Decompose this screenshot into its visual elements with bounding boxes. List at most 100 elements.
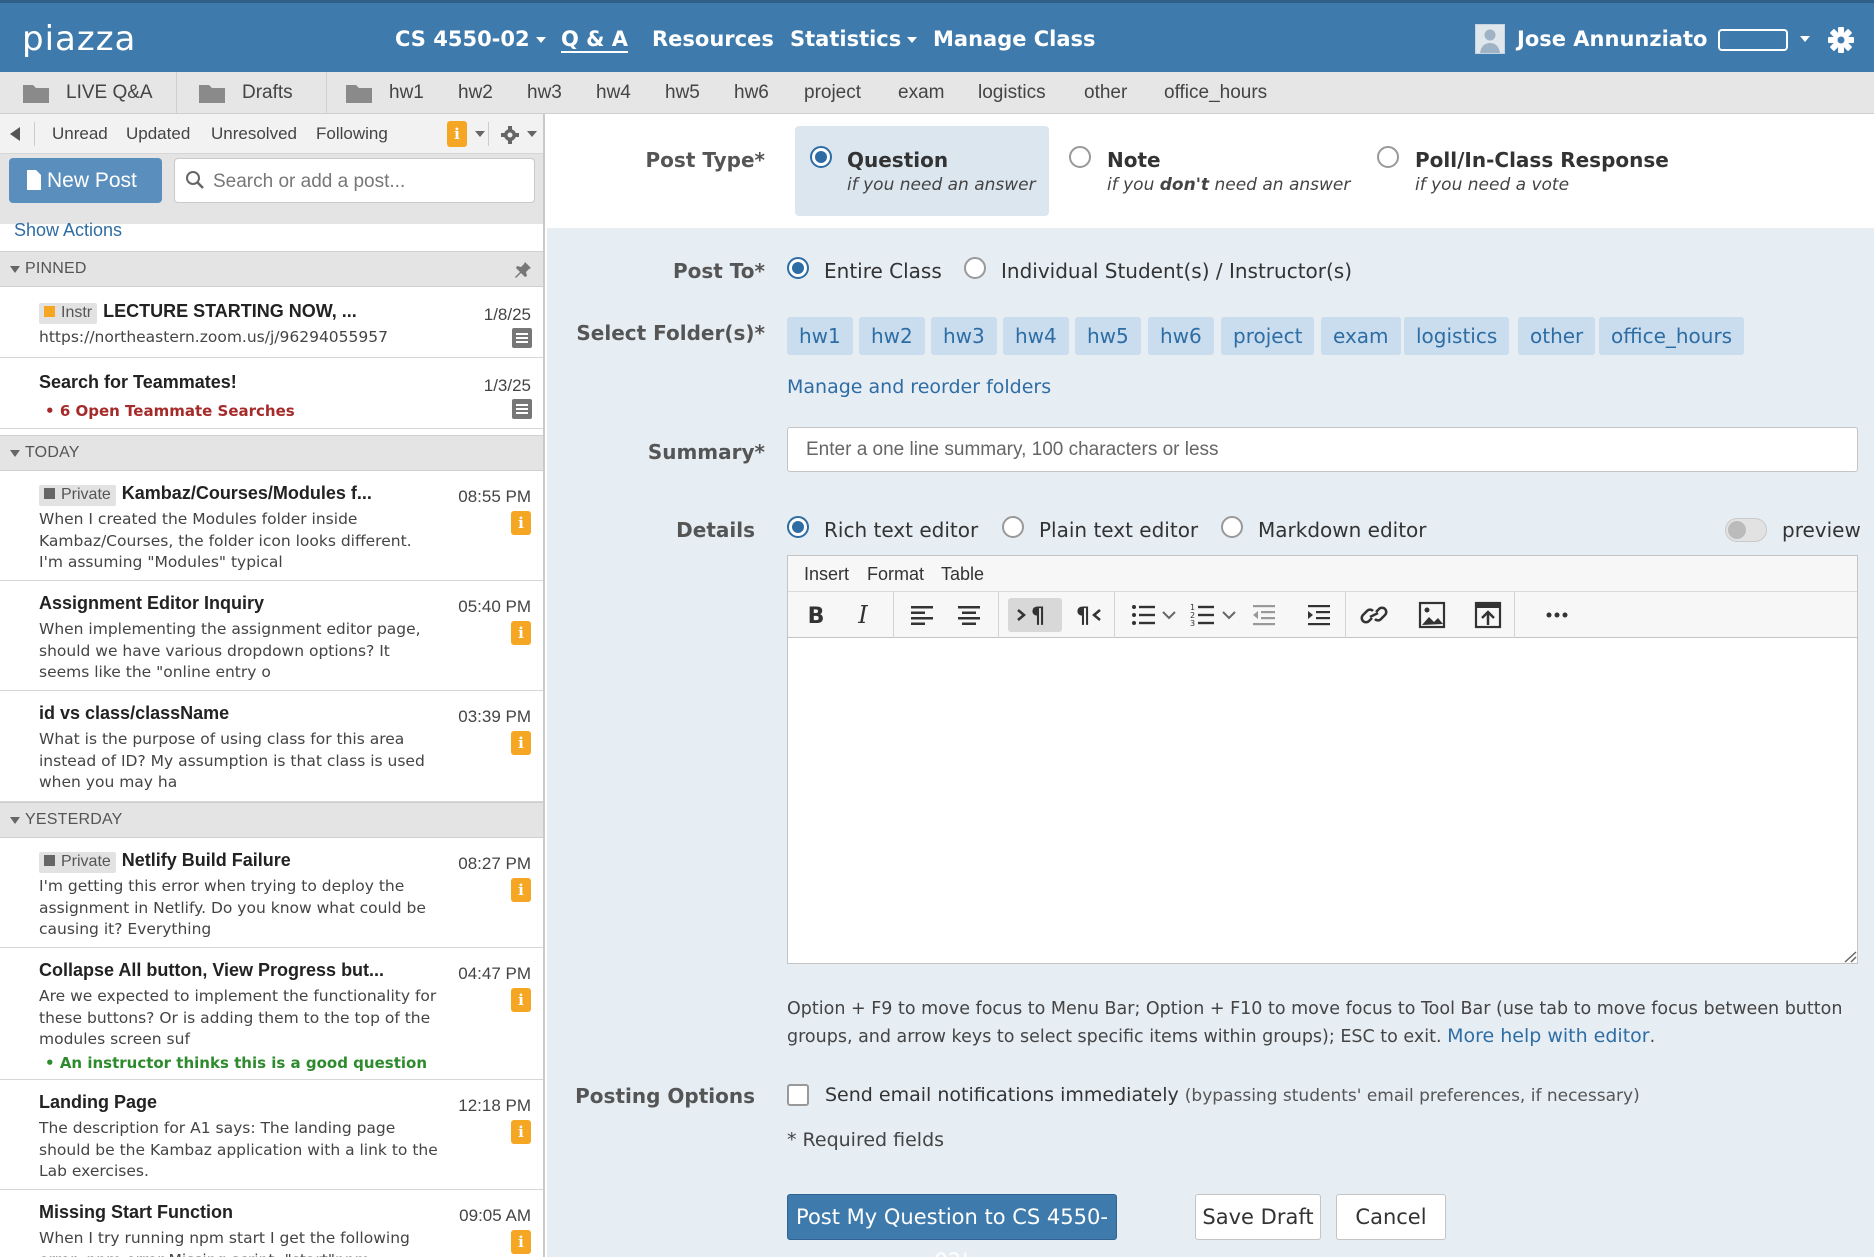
- svg-text:B: B: [808, 604, 825, 629]
- outdent-icon[interactable]: [1245, 598, 1283, 632]
- bold-icon[interactable]: B: [797, 598, 835, 632]
- list-item[interactable]: Search for Teammates! 1/3/25 • 6 Open Te…: [0, 358, 543, 429]
- section-pinned[interactable]: PINNED: [0, 251, 543, 287]
- numbered-list-icon[interactable]: 123: [1184, 598, 1222, 632]
- filter-updated[interactable]: Updated: [126, 124, 190, 144]
- new-post-button[interactable]: New Post: [9, 158, 162, 203]
- editor-help-link[interactable]: More help with editor: [1447, 1025, 1650, 1047]
- collapse-left-icon[interactable]: [8, 126, 22, 142]
- bullet-list-icon[interactable]: [1124, 598, 1162, 632]
- upload-icon[interactable]: [1468, 598, 1506, 632]
- folder-chip-hw4[interactable]: hw4: [1003, 317, 1069, 355]
- note-radio[interactable]: [1069, 146, 1091, 168]
- folder-chip-exam[interactable]: exam: [1321, 317, 1401, 355]
- nav-statistics[interactable]: Statistics: [790, 27, 918, 51]
- nav-qa[interactable]: Q & A: [561, 27, 628, 51]
- resize-handle-icon[interactable]: [1843, 950, 1857, 963]
- chevron-down-icon[interactable]: [527, 131, 537, 137]
- menu-table[interactable]: Table: [941, 564, 984, 585]
- individual-radio[interactable]: [964, 257, 986, 279]
- folder-chip-hw6[interactable]: hw6: [1148, 317, 1214, 355]
- folder-logistics[interactable]: logistics: [978, 82, 1046, 104]
- menu-format[interactable]: Format: [867, 564, 924, 585]
- section-yesterday[interactable]: YESTERDAY: [0, 802, 543, 838]
- folder-drafts[interactable]: Drafts: [242, 82, 293, 104]
- filter-bar: Unread Updated Unresolved Following i: [0, 114, 543, 154]
- image-icon[interactable]: [1412, 598, 1450, 632]
- rich-text-radio[interactable]: [787, 516, 809, 538]
- piazza-logo[interactable]: piazza: [22, 19, 136, 59]
- gear-icon[interactable]: [1826, 25, 1856, 55]
- show-actions-link[interactable]: Show Actions: [14, 220, 122, 241]
- submit-post-button[interactable]: Post My Question to CS 4550-02!: [787, 1194, 1117, 1257]
- list-item[interactable]: Assignment Editor Inquiry 05:40 PM When …: [0, 581, 543, 691]
- ltr-icon[interactable]: ¶: [1008, 598, 1062, 632]
- align-center-icon[interactable]: [950, 598, 988, 632]
- avatar[interactable]: [1475, 24, 1505, 54]
- new-post-form: Post Type* Question if you need an answe…: [547, 114, 1874, 1257]
- list-item[interactable]: Private Kambaz/Courses/Modules f... 08:55…: [0, 471, 543, 581]
- folder-other[interactable]: other: [1084, 82, 1127, 104]
- chevron-down-icon[interactable]: [1800, 36, 1810, 42]
- chevron-down-icon[interactable]: [1218, 598, 1240, 632]
- course-selector[interactable]: CS 4550-02: [395, 27, 546, 51]
- folder-hw3[interactable]: hw3: [527, 82, 562, 104]
- nav-manage-class[interactable]: Manage Class: [933, 27, 1096, 51]
- folder-chip-logistics[interactable]: logistics: [1404, 317, 1510, 355]
- more-icon[interactable]: [1538, 598, 1576, 632]
- entire-class-radio[interactable]: [787, 257, 809, 279]
- question-radio[interactable]: [810, 146, 832, 168]
- rtl-icon[interactable]: ¶: [1068, 598, 1106, 632]
- folder-hw2[interactable]: hw2: [458, 82, 493, 104]
- folder-chip-project[interactable]: project: [1221, 317, 1315, 355]
- section-today[interactable]: TODAY: [0, 435, 543, 471]
- align-left-icon[interactable]: [903, 598, 941, 632]
- manage-folders-link[interactable]: Manage and reorder folders: [787, 376, 1051, 398]
- link-icon[interactable]: [1355, 598, 1393, 632]
- folder-project[interactable]: project: [804, 82, 861, 104]
- markdown-radio[interactable]: [1221, 516, 1243, 538]
- poll-radio[interactable]: [1377, 146, 1399, 168]
- folder-hw5[interactable]: hw5: [665, 82, 700, 104]
- list-item[interactable]: Instr LECTURE STARTING NOW, ... 1/8/25 ht…: [0, 287, 543, 358]
- filter-unresolved[interactable]: Unresolved: [211, 124, 297, 144]
- folder-chip-hw3[interactable]: hw3: [931, 317, 997, 355]
- folder-exam[interactable]: exam: [898, 82, 944, 104]
- status-toggle[interactable]: [1718, 29, 1788, 51]
- folder-live-qa[interactable]: LIVE Q&A: [66, 82, 153, 104]
- menu-insert[interactable]: Insert: [804, 564, 849, 585]
- folder-chip-hw2[interactable]: hw2: [859, 317, 925, 355]
- list-item[interactable]: Missing Start Function 09:05 AM When I t…: [0, 1190, 543, 1257]
- folder-office-hours[interactable]: office_hours: [1164, 82, 1267, 104]
- chevron-down-icon[interactable]: [1158, 598, 1180, 632]
- list-item[interactable]: Private Netlify Build Failure 08:27 PM I'…: [0, 838, 543, 948]
- folder-chip-other[interactable]: other: [1518, 317, 1596, 355]
- filter-following[interactable]: Following: [316, 124, 388, 144]
- email-notification-checkbox[interactable]: [787, 1084, 809, 1106]
- cancel-button[interactable]: Cancel: [1336, 1194, 1446, 1240]
- indent-icon[interactable]: [1300, 598, 1338, 632]
- folder-chip-hw1[interactable]: hw1: [787, 317, 853, 355]
- summary-input[interactable]: Enter a one line summary, 100 characters…: [787, 427, 1858, 472]
- search-input[interactable]: Search or add a post...: [174, 158, 535, 203]
- folder-hw1[interactable]: hw1: [389, 82, 424, 104]
- preview-toggle[interactable]: [1725, 518, 1767, 542]
- gear-icon[interactable]: [500, 125, 520, 145]
- list-item[interactable]: Collapse All button, View Progress but..…: [0, 948, 543, 1080]
- editor-content-area[interactable]: [788, 638, 1857, 952]
- folder-hw6[interactable]: hw6: [734, 82, 769, 104]
- plain-text-radio[interactable]: [1002, 516, 1024, 538]
- folder-bar: LIVE Q&A Drafts hw1 hw2 hw3 hw4 hw5 hw6 …: [0, 72, 1874, 114]
- folder-hw4[interactable]: hw4: [596, 82, 631, 104]
- user-name[interactable]: Jose Annunziato: [1517, 27, 1707, 51]
- folder-chip-office-hours[interactable]: office_hours: [1599, 317, 1745, 355]
- nav-resources[interactable]: Resources: [652, 27, 774, 51]
- list-item[interactable]: Landing Page 12:18 PM The description fo…: [0, 1080, 543, 1190]
- folder-chip-hw5[interactable]: hw5: [1075, 317, 1141, 355]
- italic-icon[interactable]: I: [844, 598, 882, 632]
- chevron-down-icon[interactable]: [475, 131, 485, 137]
- filter-unread[interactable]: Unread: [52, 124, 108, 144]
- list-item[interactable]: id vs class/className 03:39 PM What is t…: [0, 691, 543, 802]
- save-draft-button[interactable]: Save Draft: [1195, 1194, 1321, 1240]
- info-filter-icon[interactable]: i: [447, 121, 467, 147]
